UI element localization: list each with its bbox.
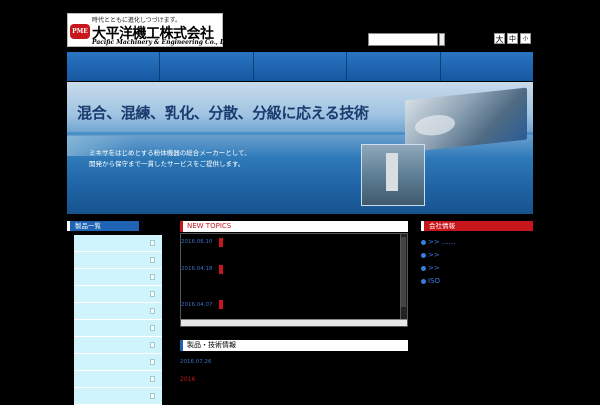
nav-item-5[interactable] bbox=[440, 52, 534, 81]
arrow-icon bbox=[150, 274, 155, 280]
nav-item-4[interactable] bbox=[347, 52, 441, 81]
bullet-icon bbox=[421, 239, 426, 245]
hero-subtext-line1: ミキサをはじめとする粉体機器の総合メーカーとして、 bbox=[89, 149, 251, 157]
news-topics-list: 2016.06.10 2016.04.18 2016.04.07 bbox=[180, 233, 408, 327]
product-list-item[interactable] bbox=[74, 371, 162, 388]
arrow-icon bbox=[150, 325, 155, 331]
product-list-item[interactable] bbox=[74, 235, 162, 252]
product-list-item[interactable] bbox=[74, 303, 162, 320]
news-date: 2016.04.07 bbox=[181, 302, 213, 308]
nav-item-2[interactable] bbox=[160, 52, 254, 81]
arrow-icon bbox=[150, 240, 155, 246]
product-list-item[interactable] bbox=[74, 354, 162, 371]
product-list-item[interactable] bbox=[74, 269, 162, 286]
nav-item-3[interactable] bbox=[253, 52, 348, 81]
arrow-icon bbox=[150, 359, 155, 365]
mixer-machine-image bbox=[405, 87, 527, 153]
news-date: 2016.04.18 bbox=[181, 266, 213, 272]
news-marker bbox=[219, 265, 223, 274]
font-size-medium-button[interactable]: 中 bbox=[507, 33, 518, 44]
hero-subtext-line2: 開発から保守まで一貫したサービスをご提供します。 bbox=[89, 160, 245, 168]
news-marker bbox=[219, 300, 223, 309]
company-logo[interactable]: PME 時代とともに進化しつづけます。 大平洋機工株式会社 Pacific Ma… bbox=[67, 13, 231, 47]
nav-item-1[interactable] bbox=[67, 52, 161, 81]
arrow-icon bbox=[150, 376, 155, 382]
product-list-item[interactable] bbox=[74, 252, 162, 269]
font-size-large-button[interactable]: 大 bbox=[494, 33, 505, 44]
company-name-en: Pacific Machinery & Engineering Co., Ltd bbox=[92, 39, 232, 46]
news-date: 2016.06.10 bbox=[181, 239, 213, 245]
product-list-item[interactable] bbox=[74, 388, 162, 405]
company-info-heading: 会社情報 bbox=[421, 221, 533, 231]
company-link[interactable]: >> ...... bbox=[421, 238, 455, 246]
tech-info-year: 2016 bbox=[180, 376, 196, 383]
plant-equipment-image bbox=[361, 144, 425, 206]
product-list-item[interactable] bbox=[74, 286, 162, 303]
search-input[interactable] bbox=[368, 33, 438, 46]
news-marker bbox=[219, 238, 223, 247]
bullet-icon bbox=[421, 252, 426, 258]
arrow-icon bbox=[150, 342, 155, 348]
main-nav bbox=[67, 52, 534, 81]
font-size-small-button[interactable]: 小 bbox=[520, 33, 531, 44]
product-list-item[interactable] bbox=[74, 320, 162, 337]
product-list-item[interactable] bbox=[74, 337, 162, 354]
product-list bbox=[74, 235, 162, 405]
company-link[interactable]: >> bbox=[421, 264, 440, 272]
arrow-icon bbox=[150, 393, 155, 399]
company-link-iso[interactable]: ISO bbox=[421, 277, 440, 285]
hero-headline: 混合、混練、乳化、分散、分級に応える技術 bbox=[77, 104, 369, 122]
arrow-icon bbox=[150, 308, 155, 314]
product-tech-info-heading: 製品・技術情報 bbox=[180, 340, 408, 351]
scrollbar-thumb[interactable] bbox=[401, 237, 406, 307]
news-vertical-scrollbar[interactable] bbox=[400, 234, 407, 326]
tech-info-date: 2016.07.26 bbox=[180, 359, 212, 365]
arrow-icon bbox=[150, 257, 155, 263]
search-button[interactable] bbox=[439, 33, 445, 46]
bullet-icon bbox=[421, 265, 426, 271]
hero-banner: 混合、混練、乳化、分散、分級に応える技術 ミキサをはじめとする粉体機器の総合メー… bbox=[67, 82, 533, 214]
bullet-icon bbox=[421, 278, 426, 284]
company-link[interactable]: >> bbox=[421, 251, 440, 259]
arrow-icon bbox=[150, 291, 155, 297]
pme-logo-mark: PME bbox=[70, 24, 90, 39]
product-list-heading: 製品一覧 bbox=[67, 221, 139, 231]
news-topics-heading: NEW TOPICS bbox=[180, 221, 408, 232]
news-horizontal-scrollbar[interactable] bbox=[181, 319, 407, 326]
